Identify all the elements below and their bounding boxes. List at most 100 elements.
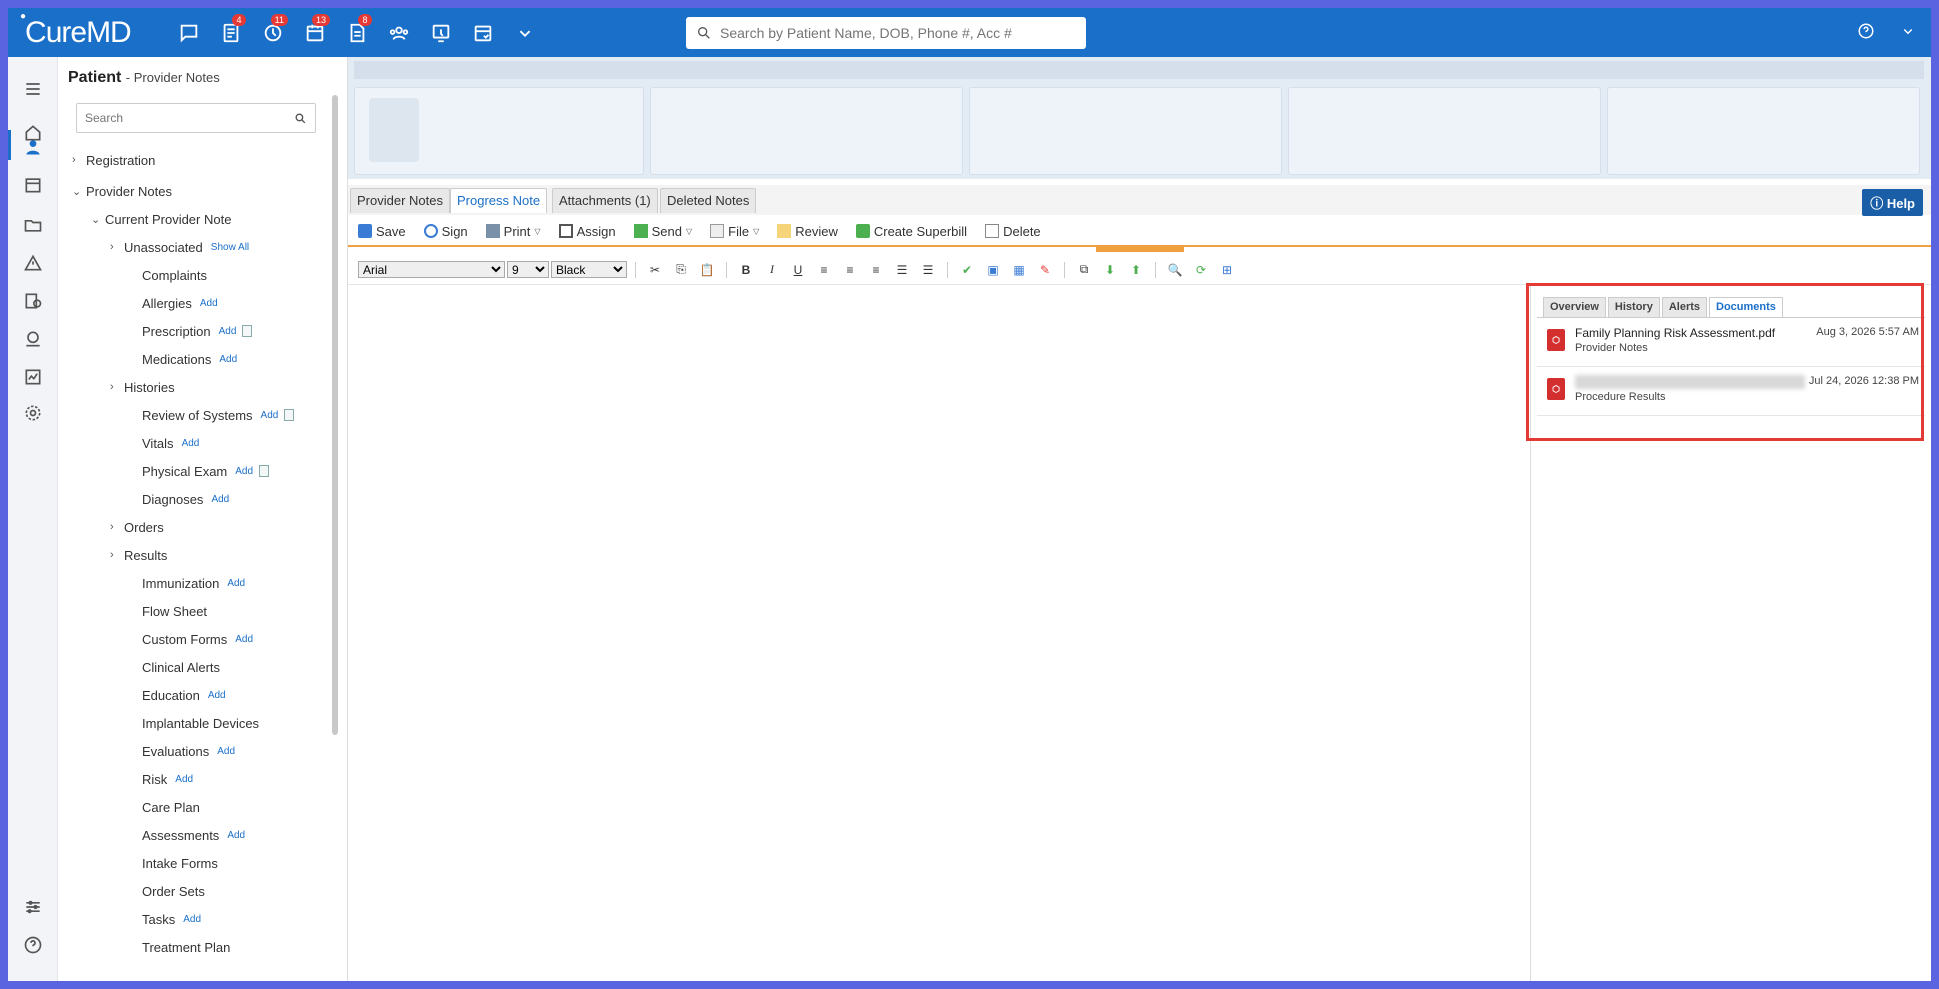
payments-icon[interactable] xyxy=(21,327,45,351)
document-name-redacted[interactable] xyxy=(1575,375,1805,389)
font-color-select[interactable]: Black xyxy=(551,261,627,278)
file-button[interactable]: File ▽ xyxy=(710,224,759,239)
collapse-handle[interactable] xyxy=(1096,246,1184,252)
note-icon[interactable] xyxy=(259,465,270,477)
alert-triangle-icon[interactable] xyxy=(21,251,45,275)
paste-icon[interactable]: 📋 xyxy=(698,262,716,278)
add-link[interactable]: Add xyxy=(183,914,201,925)
copy-icon[interactable]: ⎘ xyxy=(672,262,690,278)
help-icon[interactable] xyxy=(21,933,45,957)
align-center-icon[interactable]: ≡ xyxy=(841,262,859,278)
tab-provider-notes[interactable]: Provider Notes xyxy=(350,188,450,213)
nav-item-intake-forms[interactable]: Intake Forms xyxy=(142,853,218,873)
messages-icon[interactable] xyxy=(168,20,210,46)
nav-item-prescription[interactable]: Prescription Add xyxy=(142,321,253,341)
add-link[interactable]: Add xyxy=(217,746,235,757)
nav-item-unassociated[interactable]: › Unassociated Show All xyxy=(110,237,249,257)
tab-deleted-notes[interactable]: Deleted Notes xyxy=(660,188,757,213)
review-button[interactable]: Review xyxy=(777,224,838,239)
font-size-select[interactable]: 9 xyxy=(507,261,549,278)
nav-item-vitals[interactable]: Vitals Add xyxy=(142,433,199,453)
align-left-icon[interactable]: ≡ xyxy=(815,262,833,278)
bold-icon[interactable]: B xyxy=(737,262,755,278)
tab-documents[interactable]: Documents xyxy=(1709,297,1783,317)
document-row[interactable]: ⬡ Procedure Results Jul 24, 2026 12:38 P… xyxy=(1537,368,1925,416)
sliders-icon[interactable] xyxy=(21,895,45,919)
global-search-input[interactable] xyxy=(720,25,1060,41)
patients-group-icon[interactable] xyxy=(378,20,420,46)
nav-item-assessments[interactable]: Assessments Add xyxy=(142,825,245,845)
folder-icon[interactable] xyxy=(21,213,45,237)
find-icon[interactable]: 🔍 xyxy=(1166,262,1184,278)
documents-icon[interactable]: 8 xyxy=(336,14,378,46)
checkin-icon[interactable] xyxy=(420,20,462,46)
cut-icon[interactable]: ✂ xyxy=(646,262,664,278)
add-link[interactable]: Add xyxy=(261,410,279,421)
document-row[interactable]: ⬡ Family Planning Risk Assessment.pdf Pr… xyxy=(1537,319,1925,367)
nav-item-risk[interactable]: Risk Add xyxy=(142,769,193,789)
bullet-list-icon[interactable]: ☰ xyxy=(919,262,937,278)
refills-icon[interactable]: 11 xyxy=(252,14,294,46)
delete-button[interactable]: Delete xyxy=(985,224,1041,239)
spellcheck-icon[interactable]: ✔ xyxy=(958,262,976,278)
nav-item-clinical-alerts[interactable]: Clinical Alerts xyxy=(142,657,220,677)
note-editor[interactable] xyxy=(348,286,1531,981)
tab-overview[interactable]: Overview xyxy=(1543,297,1606,317)
align-right-icon[interactable]: ≡ xyxy=(867,262,885,278)
appointments-icon[interactable]: 13 xyxy=(294,14,336,46)
expand-icon[interactable]: ⊞ xyxy=(1218,262,1236,278)
tab-progress-note[interactable]: Progress Note xyxy=(450,188,548,213)
nav-item-orders[interactable]: › Orders xyxy=(110,517,164,537)
tab-attachments[interactable]: Attachments (1) xyxy=(552,188,658,213)
font-family-select[interactable]: Arial xyxy=(358,261,505,278)
show-all-link[interactable]: Show All xyxy=(211,242,249,253)
sign-button[interactable]: Sign xyxy=(423,224,468,239)
import-icon[interactable]: ⬇ xyxy=(1101,262,1119,278)
nav-search-input[interactable] xyxy=(85,111,294,125)
add-link[interactable]: Add xyxy=(182,438,200,449)
nav-item-flow-sheet[interactable]: Flow Sheet xyxy=(142,601,207,621)
nav-item-order-sets[interactable]: Order Sets xyxy=(142,881,205,901)
user-menu-chevron-icon[interactable] xyxy=(1899,22,1917,40)
nav-item-allergies[interactable]: Allergies Add xyxy=(142,293,218,313)
add-link[interactable]: Add xyxy=(227,578,245,589)
settings-gear-icon[interactable] xyxy=(21,401,45,425)
create-superbill-button[interactable]: Create Superbill xyxy=(855,224,967,239)
billing-icon[interactable] xyxy=(21,289,45,313)
tab-alerts[interactable]: Alerts xyxy=(1661,297,1708,317)
export-icon[interactable]: ⬆ xyxy=(1127,262,1145,278)
nav-item-histories[interactable]: › Histories xyxy=(110,377,175,397)
help-circle-icon[interactable] xyxy=(1857,22,1875,40)
add-link[interactable]: Add xyxy=(227,830,245,841)
nav-item-treatment-plan[interactable]: Treatment Plan xyxy=(142,937,230,957)
nav-item-physical-exam[interactable]: Physical Exam Add xyxy=(142,461,270,481)
image-icon[interactable]: ▣ xyxy=(984,262,1002,278)
add-link[interactable]: Add xyxy=(175,774,193,785)
note-icon[interactable] xyxy=(284,409,295,421)
add-link[interactable]: Add xyxy=(235,466,253,477)
calendar-icon[interactable] xyxy=(21,173,45,197)
nav-item-care-plan[interactable]: Care Plan xyxy=(142,797,200,817)
nav-item-current-provider-note[interactable]: ⌄ Current Provider Note xyxy=(91,209,231,229)
global-search[interactable] xyxy=(686,17,1086,49)
document-name[interactable]: Family Planning Risk Assessment.pdf xyxy=(1575,326,1775,340)
eraser-icon[interactable]: ✎ xyxy=(1036,262,1054,278)
template-icon[interactable]: ⧉ xyxy=(1075,262,1093,278)
nav-item-tasks[interactable]: Tasks Add xyxy=(142,909,201,929)
numbered-list-icon[interactable]: ☰ xyxy=(893,262,911,278)
add-link[interactable]: Add xyxy=(235,634,253,645)
tab-history[interactable]: History xyxy=(1607,297,1660,317)
curemd-logo[interactable]: ●CureMD xyxy=(20,11,132,50)
nav-item-registration[interactable]: › Registration xyxy=(72,150,155,170)
nav-item-evaluations[interactable]: Evaluations Add xyxy=(142,741,235,761)
note-icon[interactable] xyxy=(242,325,253,337)
nav-item-results[interactable]: › Results xyxy=(110,545,167,565)
tasks-icon[interactable]: 4 xyxy=(210,14,252,46)
underline-icon[interactable]: U xyxy=(789,262,807,278)
refresh-icon[interactable]: ⟳ xyxy=(1192,262,1210,278)
nav-item-diagnoses[interactable]: Diagnoses Add xyxy=(142,489,229,509)
table-icon[interactable]: ▦ xyxy=(1010,262,1028,278)
add-link[interactable]: Add xyxy=(208,690,226,701)
nav-item-immunization[interactable]: Immunization Add xyxy=(142,573,245,593)
add-link[interactable]: Add xyxy=(219,326,237,337)
